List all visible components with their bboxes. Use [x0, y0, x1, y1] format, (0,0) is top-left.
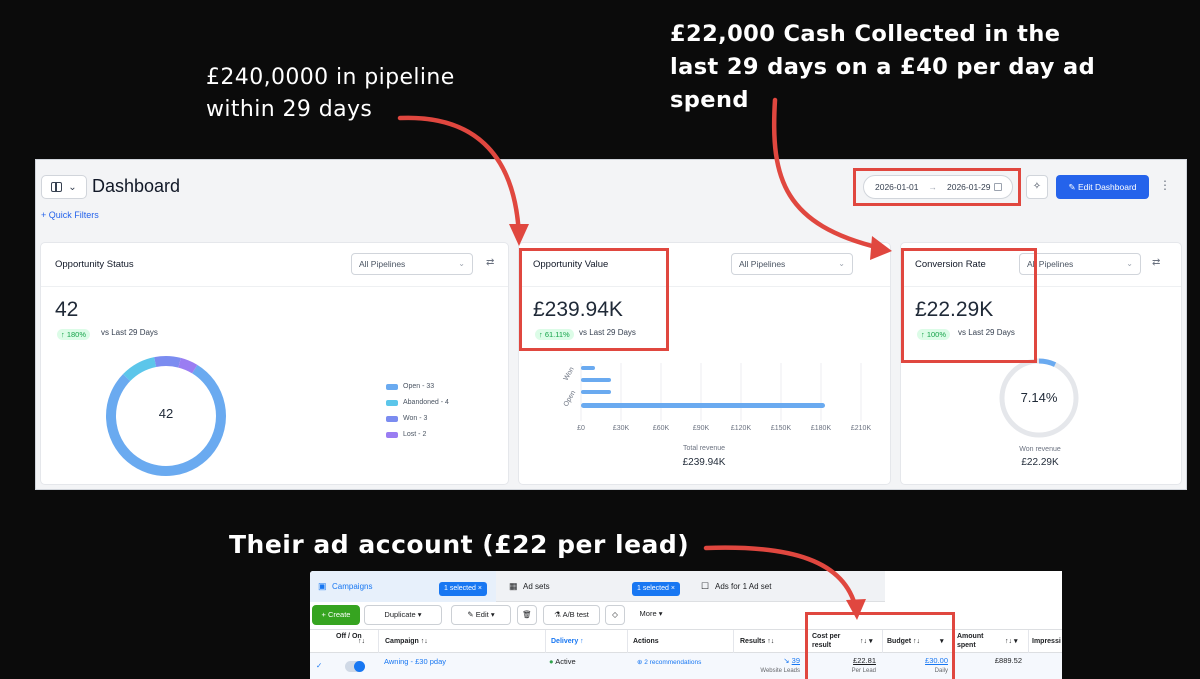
arrow-head-icon — [509, 224, 529, 246]
annotation-arrows — [397, 97, 892, 620]
ad-account-arrow — [703, 545, 859, 612]
arrow-head-icon — [870, 236, 892, 260]
pipeline-arrow — [397, 115, 522, 239]
arrow-head-icon — [846, 599, 866, 620]
cash-arrow — [771, 97, 883, 251]
